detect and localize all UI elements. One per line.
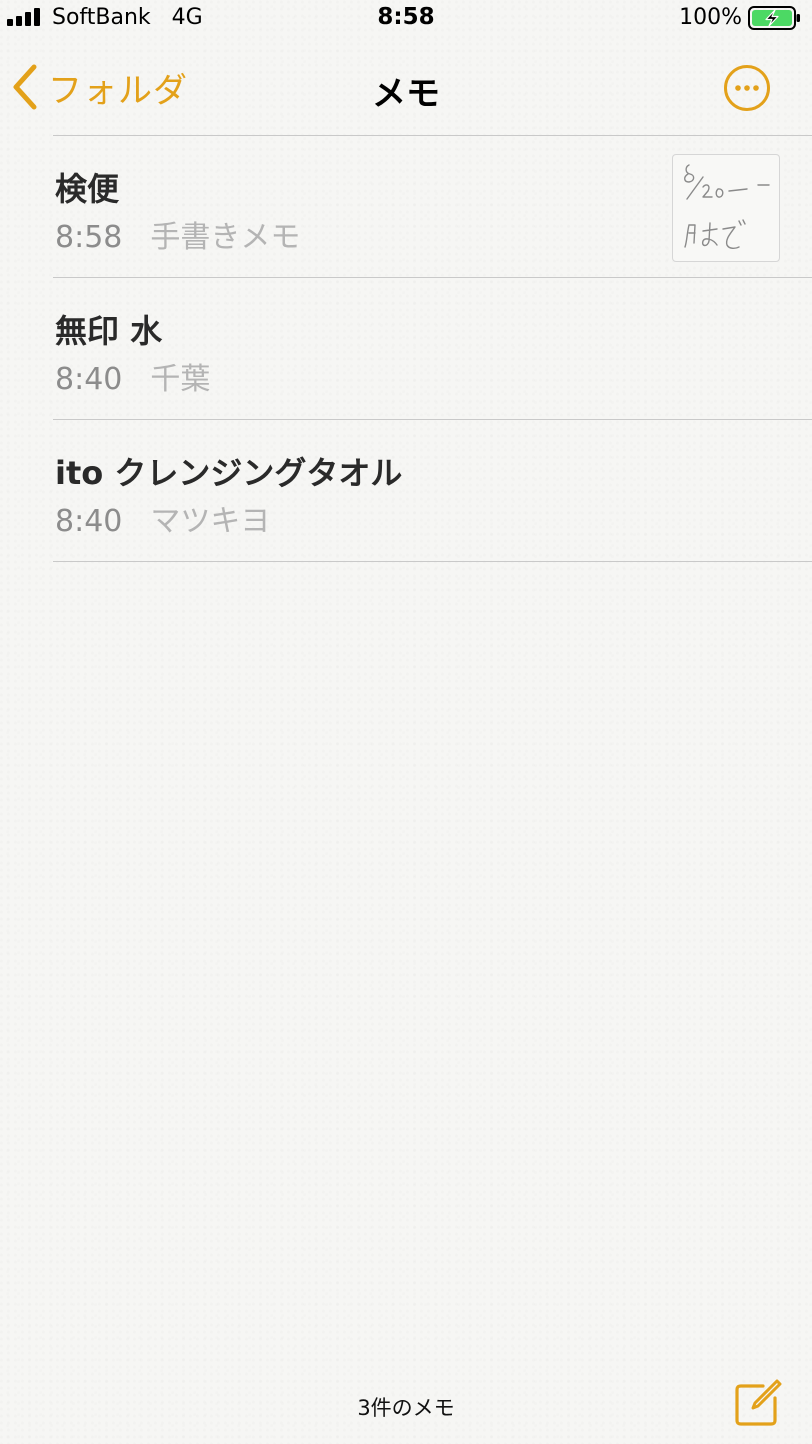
navigation-bar: フォルダ メモ	[0, 44, 812, 134]
battery-percent: 100%	[679, 5, 742, 30]
note-row-muji-water[interactable]: 無印 水 8:40 千葉	[0, 278, 812, 419]
note-row-kenben[interactable]: 検便 8:58 手書きメモ	[0, 136, 812, 277]
compose-icon[interactable]	[733, 1378, 783, 1428]
battery-charging-icon	[748, 6, 800, 30]
note-meta: 8:40 マツキヨ	[55, 496, 270, 540]
note-meta: 8:40 千葉	[55, 354, 210, 398]
note-time: 8:40	[55, 504, 123, 539]
page-title: メモ	[372, 74, 440, 114]
notes-list: 検便 8:58 手書きメモ 無印 水 8:40 千葉 ito クレンジングタオル…	[0, 135, 812, 562]
note-preview: マツキヨ	[150, 504, 271, 539]
note-row-ito-towel[interactable]: ito クレンジングタオル 8:40 マツキヨ	[0, 420, 812, 561]
handwriting-thumbnail-icon	[672, 154, 780, 262]
handwriting-sketch	[684, 164, 770, 250]
note-title: 無印 水	[55, 312, 163, 350]
note-preview: 千葉	[150, 362, 211, 397]
note-title: ito クレンジングタオル	[55, 454, 403, 492]
status-bar: SoftBank 4G 8:58 100%	[0, 0, 812, 38]
note-meta: 8:58 手書きメモ	[55, 212, 300, 256]
list-divider	[53, 561, 812, 562]
note-title: 検便	[55, 170, 120, 208]
note-time: 8:58	[55, 220, 123, 255]
note-preview: 手書きメモ	[150, 220, 301, 255]
note-count: 3件のメモ	[357, 1396, 455, 1420]
note-time: 8:40	[55, 362, 123, 397]
ellipsis-circle-icon[interactable]	[723, 64, 771, 112]
